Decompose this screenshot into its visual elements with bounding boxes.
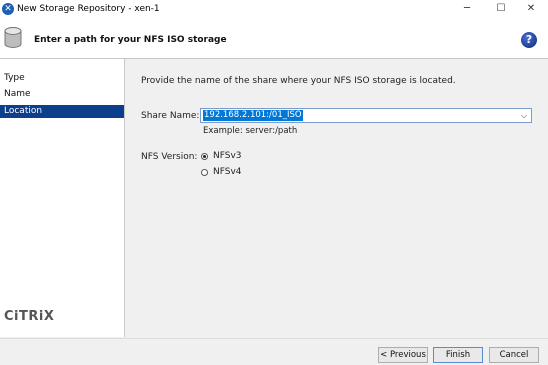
app-icon: ✕: [2, 3, 14, 15]
sidebar-item-type[interactable]: Type: [0, 72, 124, 85]
nfs-version-label: NFS Version:: [141, 152, 198, 162]
wizard-header: Enter a path for your NFS ISO storage ?: [0, 20, 548, 59]
share-name-label: Share Name:: [141, 111, 200, 121]
minimize-icon[interactable]: ─: [450, 0, 484, 20]
wizard-steps-sidebar: Type Name Location CiTRiX: [0, 59, 125, 337]
dropdown-arrow-icon[interactable]: ⌵: [519, 109, 529, 122]
nfsv3-radio[interactable]: [201, 153, 208, 160]
finish-button[interactable]: Finish: [433, 347, 483, 363]
share-name-combobox[interactable]: 192.168.2.101:/01_ISO ⌵: [200, 108, 532, 123]
instructions-text: Provide the name of the share where your…: [141, 76, 456, 86]
sidebar-item-name[interactable]: Name: [0, 88, 124, 101]
nfsv3-label[interactable]: NFSv3: [213, 151, 242, 161]
title-bar: ✕ New Storage Repository - xen-1 ─ ☐ ✕: [0, 0, 548, 20]
share-name-input[interactable]: 192.168.2.101:/01_ISO: [203, 110, 303, 121]
previous-button[interactable]: < Previous: [378, 347, 428, 363]
citrix-logo: CiTRiX: [4, 309, 55, 324]
maximize-icon[interactable]: ☐: [484, 0, 518, 20]
nfsv4-radio[interactable]: [201, 169, 208, 176]
window-title: New Storage Repository - xen-1: [17, 4, 160, 14]
location-panel: Provide the name of the share where your…: [125, 59, 548, 337]
cancel-button[interactable]: Cancel: [489, 347, 539, 363]
nfsv4-label[interactable]: NFSv4: [213, 167, 242, 177]
help-icon[interactable]: ?: [521, 32, 537, 48]
storage-disk-icon: [4, 27, 22, 48]
share-name-example: Example: server:/path: [203, 126, 298, 136]
close-icon[interactable]: ✕: [514, 0, 548, 20]
sidebar-item-location[interactable]: Location: [0, 105, 124, 118]
wizard-footer: < Previous Finish Cancel: [0, 338, 548, 365]
page-title: Enter a path for your NFS ISO storage: [34, 35, 227, 45]
